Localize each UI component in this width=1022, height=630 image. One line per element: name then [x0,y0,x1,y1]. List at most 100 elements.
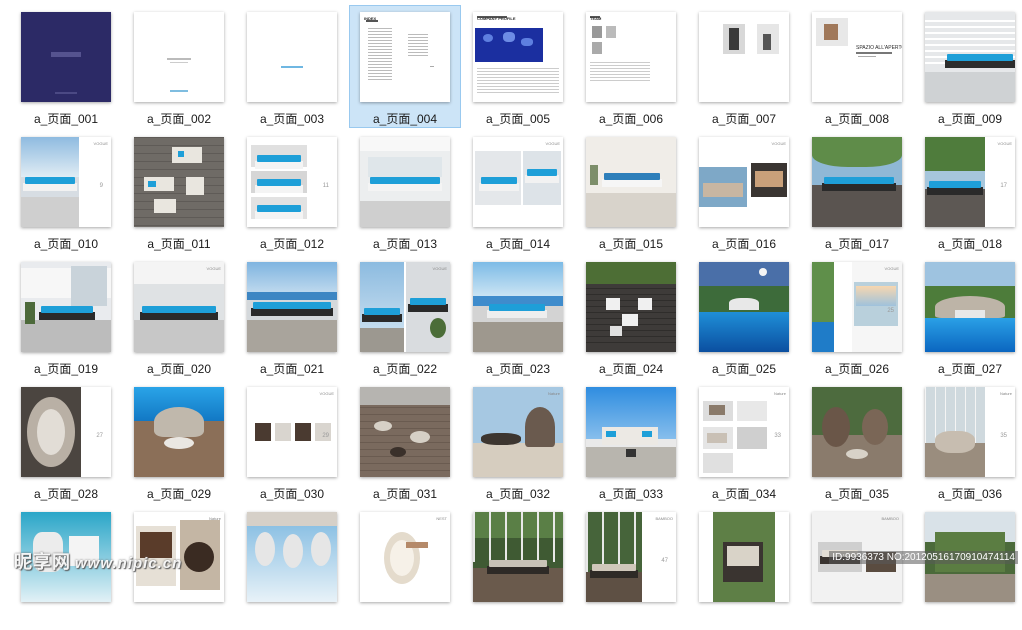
thumbnail-filename-label[interactable]: a_页面_021 [237,360,347,377]
thumbnail-filename-label[interactable]: a_页面_009 [915,110,1022,127]
thumbnail-filename-label[interactable]: a_页面_001 [11,110,121,127]
thumbnail-item[interactable]: a_页面_013 [349,130,461,253]
thumbnail-filename-label[interactable]: a_页面_012 [237,235,347,252]
thumbnail-filename-label[interactable]: a_页面_034 [689,485,799,502]
thumbnail-heading: TEAM [590,16,602,21]
thumbnail-filename-label[interactable]: a_页面_006 [576,110,686,127]
thumbnail-item[interactable]: a_页面_015 [575,130,687,253]
thumbnail-section-tag: VOGUE [997,141,1012,146]
thumbnail-filename-label[interactable]: a_页面_004 [350,110,460,127]
thumbnail-item[interactable]: a_页面_025 [688,255,800,378]
thumbnail-item[interactable]: 27 a_页面_028 [10,380,122,503]
thumbnail-filename-label[interactable]: a_页面_025 [689,360,799,377]
page-thumbnail-image: 11 [247,137,337,227]
page-thumbnail-image: Nature 35 [925,387,1015,477]
thumbnail-item[interactable]: TEAM a_页面_006 [575,5,687,128]
thumbnail-filename-label[interactable]: a_页面_029 [124,485,234,502]
thumbnail-item[interactable]: VOGUE 29 a_页面_030 [236,380,348,503]
thumbnail-item[interactable]: a_页面_001 [10,5,122,128]
thumbnail-filename-label[interactable]: a_页面_020 [124,360,234,377]
page-thumbnail-image: TEAM [586,12,676,102]
thumbnail-item[interactable]: a_页面_019 [10,255,122,378]
thumbnail-item[interactable]: a_页面_029 [123,380,235,503]
thumbnail-item[interactable]: a_页面_003 [236,5,348,128]
page-thumbnail-image: VOGUE [134,262,224,352]
thumbnail-filename-label[interactable]: a_页面_028 [11,485,121,502]
page-thumbnail-image: INDEX [360,12,450,102]
thumbnail-filename-label[interactable]: a_页面_008 [802,110,912,127]
thumbnail-filename-label[interactable]: a_页面_003 [237,110,347,127]
page-thumbnail-image [21,12,111,102]
thumbnail-item[interactable]: BAMBOO 47 [575,505,687,628]
thumbnail-item[interactable]: INDEX a_页面_004 [349,5,461,128]
thumbnail-item[interactable] [462,505,574,628]
thumbnail-item[interactable]: a_页面_017 [801,130,913,253]
thumbnail-section-tag: Nature [547,391,560,396]
thumbnail-filename-label[interactable]: a_页面_023 [463,360,573,377]
thumbnail-filename-label[interactable]: a_页面_033 [576,485,686,502]
thumbnail-filename-label[interactable]: a_页面_027 [915,360,1022,377]
thumbnail-filename-label[interactable]: a_页面_005 [463,110,573,127]
thumbnail-item[interactable]: NEST [349,505,461,628]
thumbnail-item[interactable] [914,505,1022,628]
thumbnail-page-number: 25 [887,308,894,314]
thumbnail-filename-label[interactable]: a_页面_015 [576,235,686,252]
thumbnail-item[interactable]: VOGUE a_页面_014 [462,130,574,253]
thumbnail-item[interactable]: a_页面_021 [236,255,348,378]
thumbnail-filename-label[interactable]: a_页面_007 [689,110,799,127]
thumbnail-item[interactable]: a_页面_031 [349,380,461,503]
thumbnail-item[interactable]: Nature 33 a_页面_034 [688,380,800,503]
thumbnail-item[interactable]: a_页面_007 [688,5,800,128]
thumbnail-item[interactable]: 11 a_页面_012 [236,130,348,253]
thumbnail-filename-label[interactable]: a_页面_018 [915,235,1022,252]
page-thumbnail-image [812,387,902,477]
thumbnail-filename-label[interactable]: a_页面_026 [802,360,912,377]
thumbnail-section-tag: VOGUE [206,266,221,271]
thumbnail-section-tag: Nature [773,391,786,396]
thumbnail-item[interactable]: a_页面_023 [462,255,574,378]
thumbnail-item[interactable]: a_页面_024 [575,255,687,378]
page-thumbnail-image: VOGUE 29 [247,387,337,477]
thumbnail-filename-label[interactable]: a_页面_031 [350,485,460,502]
thumbnail-item[interactable]: SPAZIO ALL'APERTO a_页面_008 [801,5,913,128]
thumbnail-item[interactable]: a_页面_009 [914,5,1022,128]
thumbnail-page-number: 29 [322,433,329,439]
thumbnail-item[interactable]: VOGUE a_页面_020 [123,255,235,378]
thumbnail-section-tag: VOGUE [884,266,899,271]
thumbnail-filename-label[interactable]: a_页面_019 [11,360,121,377]
thumbnail-item[interactable]: a_页面_002 [123,5,235,128]
thumbnail-item[interactable]: VOGUE a_页面_022 [349,255,461,378]
thumbnail-filename-label[interactable]: a_页面_013 [350,235,460,252]
thumbnail-item[interactable]: VOGUE 25 a_页面_026 [801,255,913,378]
thumbnail-filename-label[interactable]: a_页面_011 [124,235,234,252]
thumbnail-filename-label[interactable]: a_页面_032 [463,485,573,502]
thumbnail-filename-label[interactable]: a_页面_014 [463,235,573,252]
thumbnail-filename-label[interactable]: a_页面_030 [237,485,347,502]
thumbnail-item[interactable]: VOGUE 17 a_页面_018 [914,130,1022,253]
thumbnail-item[interactable]: BAMBOO [801,505,913,628]
thumbnail-item[interactable]: VOGUE a_页面_016 [688,130,800,253]
thumbnail-filename-label[interactable]: a_页面_002 [124,110,234,127]
thumbnail-item[interactable] [688,505,800,628]
thumbnail-section-tag: NEST [436,516,447,521]
thumbnail-item[interactable]: a_页面_027 [914,255,1022,378]
thumbnail-section-tag: Nature [999,391,1012,396]
thumbnail-item[interactable]: VOGUE 9 a_页面_010 [10,130,122,253]
thumbnail-item[interactable] [236,505,348,628]
thumbnail-filename-label[interactable]: a_页面_016 [689,235,799,252]
page-thumbnail-image [134,137,224,227]
thumbnail-filename-label[interactable]: a_页面_035 [802,485,912,502]
page-thumbnail-image [586,137,676,227]
thumbnail-section-tag: BAMBOO [881,516,899,521]
thumbnail-item[interactable]: a_页面_035 [801,380,913,503]
thumbnail-item[interactable]: Nature 35 a_页面_036 [914,380,1022,503]
thumbnail-filename-label[interactable]: a_页面_017 [802,235,912,252]
thumbnail-item[interactable]: Nature a_页面_032 [462,380,574,503]
thumbnail-filename-label[interactable]: a_页面_036 [915,485,1022,502]
thumbnail-item[interactable]: COMPANY PROFILE a_页面_005 [462,5,574,128]
thumbnail-filename-label[interactable]: a_页面_010 [11,235,121,252]
thumbnail-item[interactable]: a_页面_011 [123,130,235,253]
thumbnail-filename-label[interactable]: a_页面_024 [576,360,686,377]
thumbnail-item[interactable]: a_页面_033 [575,380,687,503]
thumbnail-filename-label[interactable]: a_页面_022 [350,360,460,377]
